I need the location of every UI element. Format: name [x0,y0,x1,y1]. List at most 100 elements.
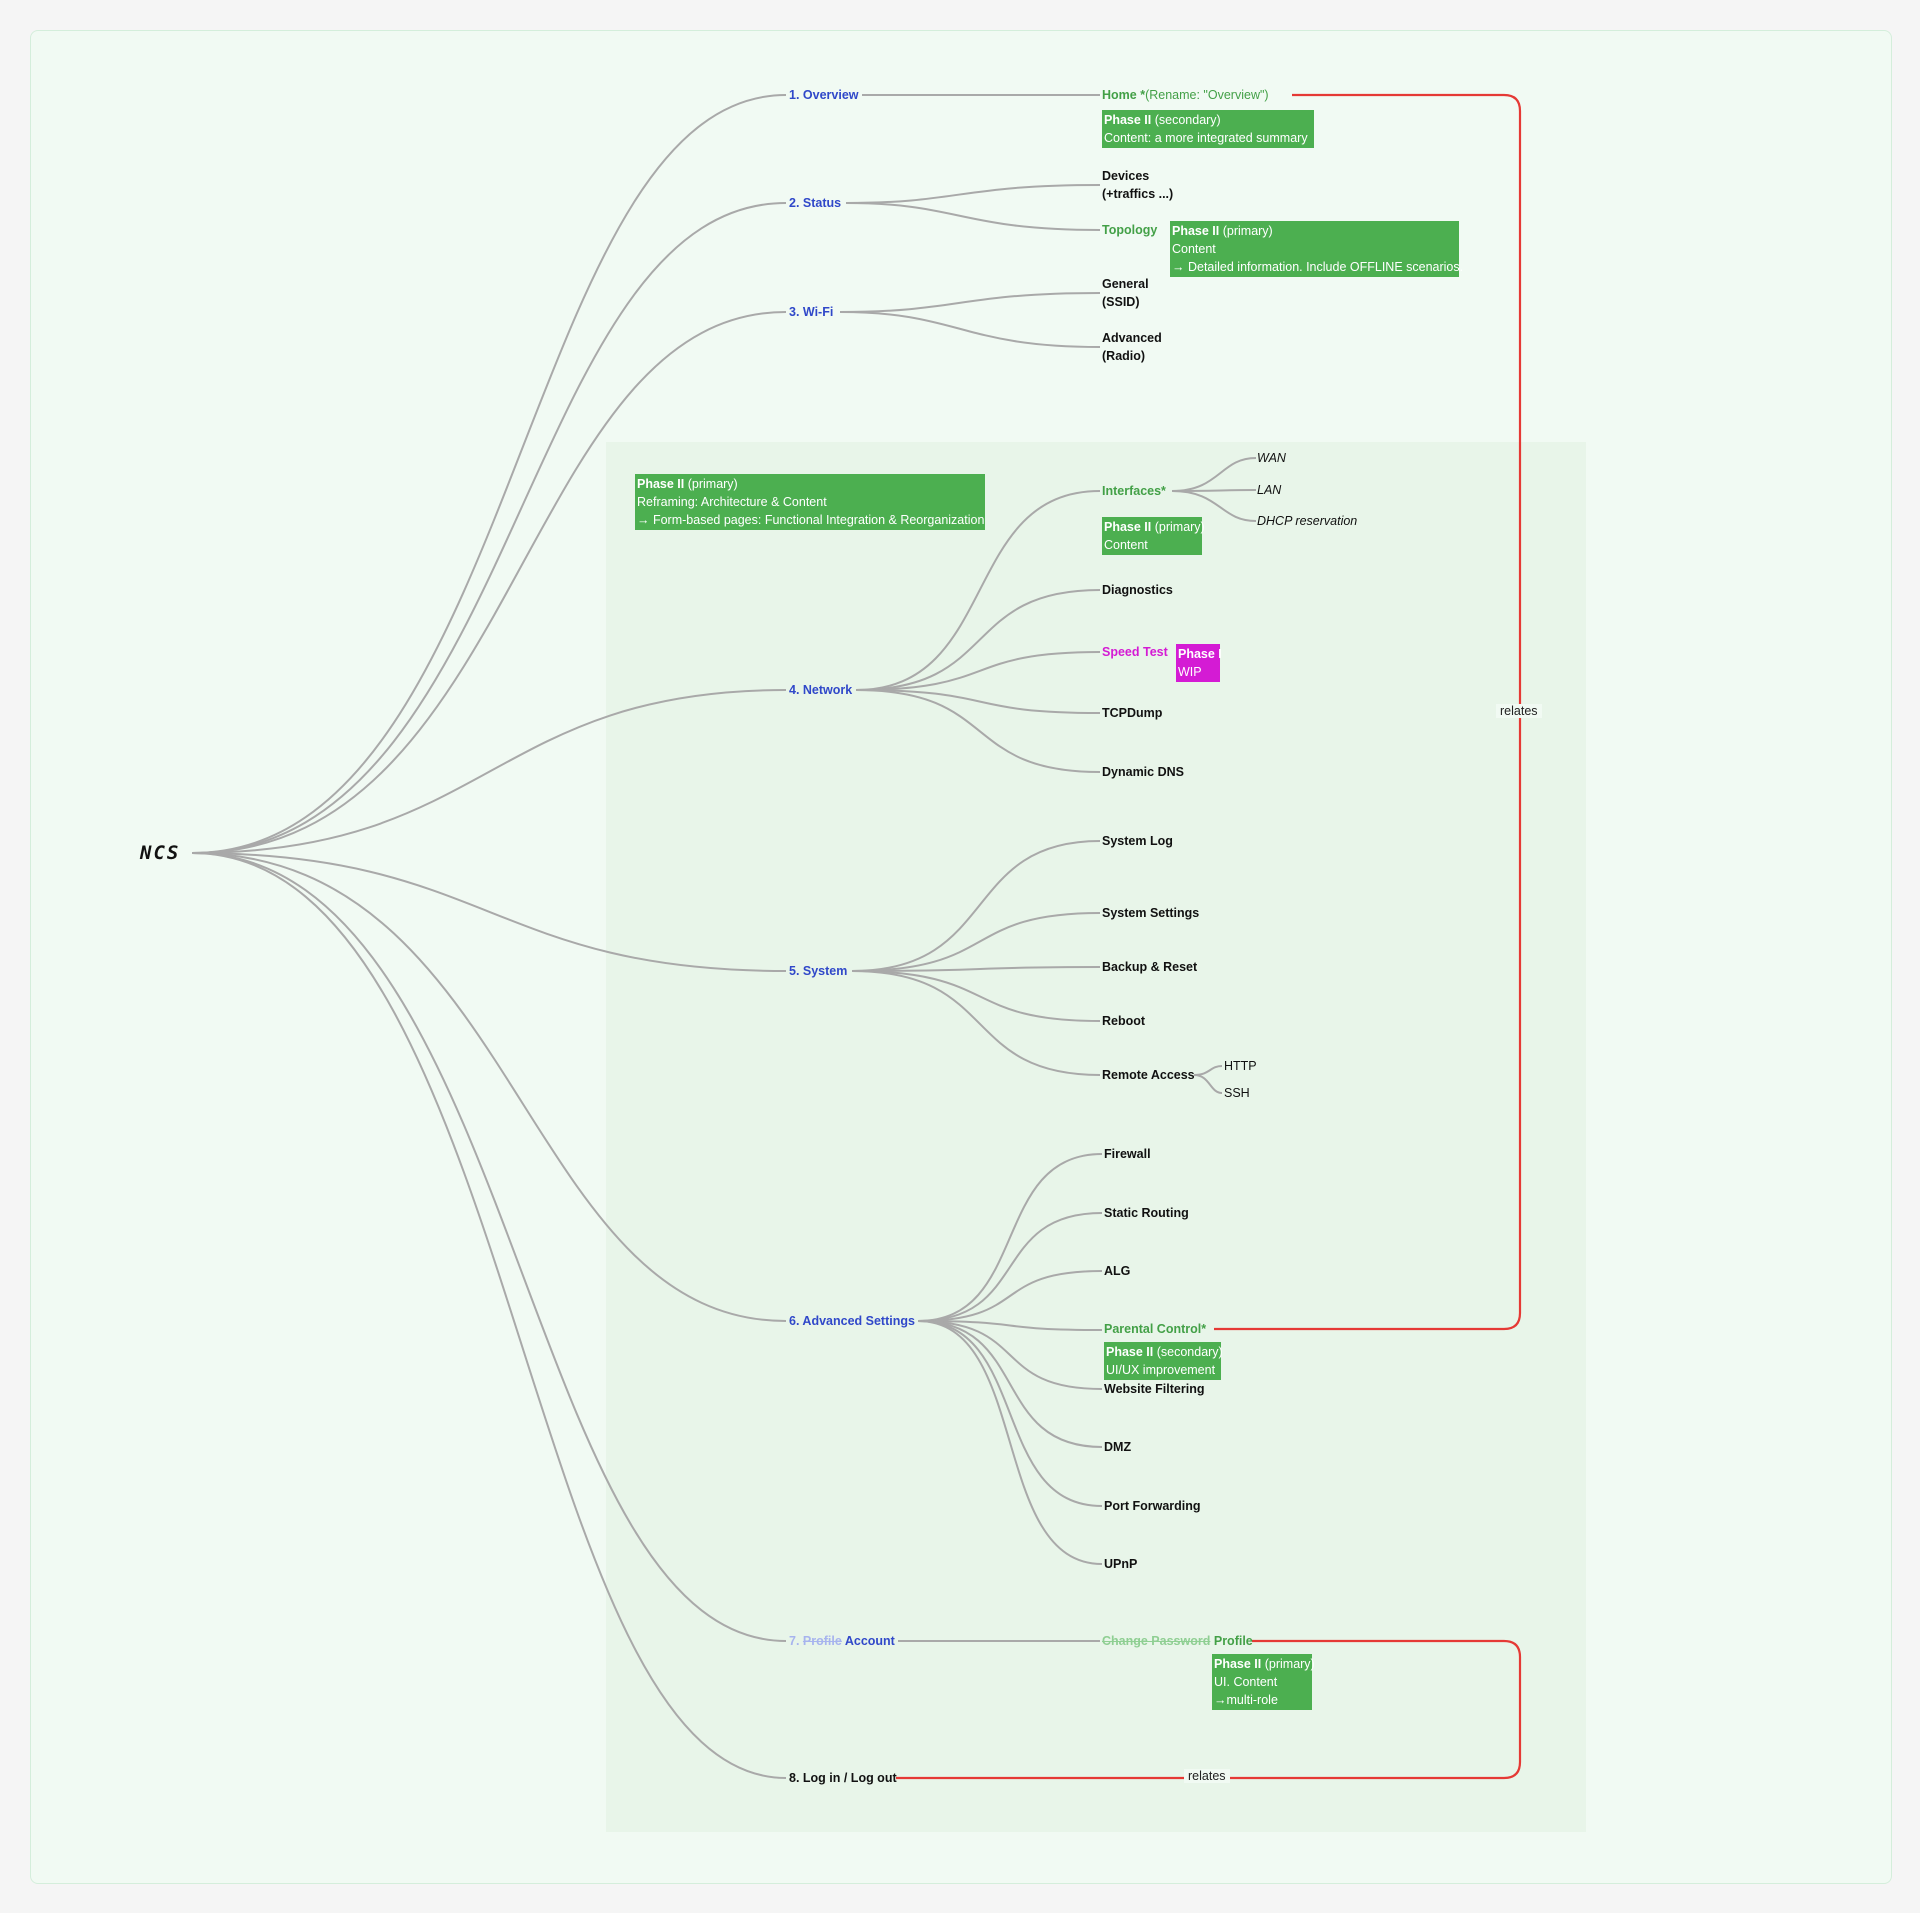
item-wan[interactable]: WAN [1257,449,1286,467]
link-root-advanced [191,852,787,1322]
relation-label-home-parental: relates [1496,704,1542,718]
category-profile-old: Profile [802,1634,842,1648]
category-overview[interactable]: 1. Overview [789,86,859,104]
link-adv-alg [917,1270,1103,1322]
link-remote-ssh [1193,1074,1223,1094]
note-topology-line-2: → Detailed information. Include OFFLINE … [1172,260,1464,274]
item-wifi-general[interactable]: General (SSID) [1102,275,1149,311]
link-network-tcpdump [855,689,1101,714]
item-devices-line-2: (+traffics ...) [1102,187,1174,201]
item-general-line-2: (SSID) [1102,295,1140,309]
category-wifi[interactable]: 3. Wi-Fi [789,303,833,321]
note-region-line-2: → Form-based pages: Functional Integrati… [637,513,985,527]
note-interfaces-line-1: Content [1104,538,1148,552]
item-website-filtering[interactable]: Website Filtering [1104,1380,1204,1398]
item-tcpdump[interactable]: TCPDump [1102,704,1162,722]
note-parental-priority: (secondary) [1153,1345,1223,1359]
note-speed-phase-label: Phase I [1178,647,1222,661]
link-system-syssettings [851,912,1101,972]
note-region-priority: (primary) [684,477,738,491]
relation-profile-login [896,1639,1522,1780]
relation-label-profile-login: relates [1184,1769,1230,1783]
item-home-label: Home * [1102,88,1146,102]
note-profile-line-1: UI. Content [1214,1675,1278,1689]
category-status[interactable]: 2. Status [789,194,841,212]
link-adv-dmz [917,1320,1103,1448]
item-devices-line-1: Devices [1102,169,1150,183]
item-diagnostics[interactable]: Diagnostics [1102,581,1173,599]
note-region-phase: Phase II (primary) Reframing: Architectu… [635,474,985,530]
item-interfaces[interactable]: Interfaces* [1102,482,1166,500]
relation-home-parental [1214,93,1522,1331]
item-topology[interactable]: Topology [1102,221,1157,239]
link-root-login [191,852,787,1779]
link-adv-static [917,1212,1103,1322]
link-network-diagnostics [855,589,1101,691]
note-topology-phase-label: Phase II [1172,224,1220,238]
item-home-rename: (Rename: "Overview") [1145,88,1269,102]
category-profile-account[interactable]: 7. Profile Account [789,1632,895,1650]
note-speed-test-phase: Phase I WIP [1176,644,1222,682]
item-firewall[interactable]: Firewall [1104,1145,1151,1163]
item-wifi-advanced[interactable]: Advanced (Radio) [1102,329,1162,365]
category-account: Account [844,1634,895,1648]
category-profile-number: 7. [789,1634,800,1648]
item-system-settings[interactable]: System Settings [1102,904,1199,922]
link-remote-http [1193,1065,1223,1076]
link-adv-upnp [917,1320,1103,1565]
item-lan[interactable]: LAN [1257,481,1281,499]
item-speed-test[interactable]: Speed Test [1102,643,1168,661]
link-system-remote [851,970,1101,1076]
note-profile-priority: (primary) [1261,1657,1315,1671]
item-remote-access[interactable]: Remote Access [1102,1066,1195,1084]
note-parental-line-1: UI/UX improvement [1106,1363,1216,1377]
note-region-phase-label: Phase II [637,477,685,491]
note-home-phase-label: Phase II [1104,113,1152,127]
item-advanced-line-1: Advanced [1102,331,1162,345]
category-login-logout[interactable]: 8. Log in / Log out [789,1769,897,1787]
item-static-routing[interactable]: Static Routing [1104,1204,1189,1222]
note-topology-line-1: Content [1172,242,1216,256]
item-dmz[interactable]: DMZ [1104,1438,1131,1456]
note-parental-phase-label: Phase II [1106,1345,1154,1359]
link-root-system [191,852,787,972]
note-region-line-1: Reframing: Architecture & Content [637,495,827,509]
item-backup-reset[interactable]: Backup & Reset [1102,958,1197,976]
item-upnp[interactable]: UPnP [1104,1555,1137,1573]
item-ssh[interactable]: SSH [1224,1084,1250,1102]
note-profile-phase-label: Phase II [1214,1657,1262,1671]
note-topology-phase: Phase II (primary) Content → Detailed in… [1170,221,1464,277]
item-reboot[interactable]: Reboot [1102,1012,1145,1030]
category-network[interactable]: 4. Network [789,681,852,699]
link-system-syslog [851,840,1101,972]
item-profile[interactable]: Change Password Profile [1102,1632,1253,1650]
item-change-password-old: Change Password [1102,1634,1211,1648]
item-parental-control[interactable]: Parental Control* [1104,1320,1206,1338]
item-devices[interactable]: Devices (+traffics ...) [1102,167,1173,203]
item-alg[interactable]: ALG [1104,1262,1130,1280]
link-wifi-general [839,292,1101,313]
item-dynamic-dns[interactable]: Dynamic DNS [1102,763,1184,781]
note-interfaces-phase-label: Phase II [1104,520,1152,534]
link-network-ddns [855,689,1101,773]
category-advanced-settings[interactable]: 6. Advanced Settings [789,1312,915,1330]
category-system[interactable]: 5. System [789,962,847,980]
note-home-priority: (secondary) [1151,113,1221,127]
note-topology-priority: (primary) [1219,224,1273,238]
link-status-topology [845,202,1101,231]
item-http[interactable]: HTTP [1224,1057,1257,1075]
item-profile-label: Profile [1213,1634,1253,1648]
note-parental-phase: Phase II (secondary) UI/UX improvement [1104,1342,1223,1380]
link-adv-website [917,1320,1103,1390]
note-speed-line-1: WIP [1178,665,1202,679]
item-dhcp-reservation[interactable]: DHCP reservation [1257,512,1357,530]
note-profile-line-2: →multi-role [1214,1693,1278,1707]
link-root-network [191,689,787,854]
note-profile-phase: Phase II (primary) UI. Content →multi-ro… [1212,1654,1315,1710]
link-layer [191,93,1522,1780]
item-system-log[interactable]: System Log [1102,832,1173,850]
link-wifi-advanced [839,311,1101,348]
root-node[interactable]: NCS [140,842,180,864]
item-port-forwarding[interactable]: Port Forwarding [1104,1497,1201,1515]
item-home[interactable]: Home *(Rename: "Overview") [1102,86,1269,104]
